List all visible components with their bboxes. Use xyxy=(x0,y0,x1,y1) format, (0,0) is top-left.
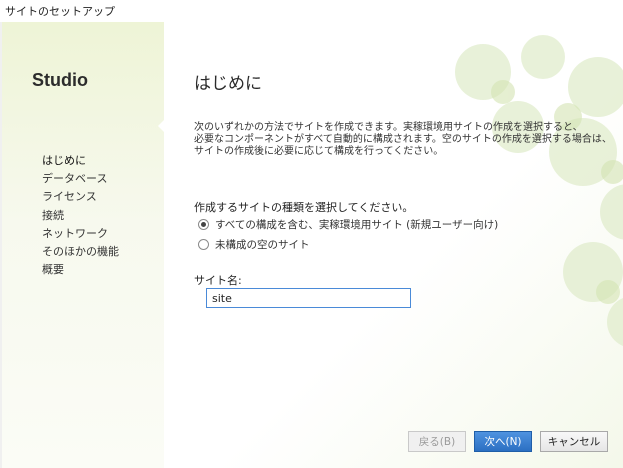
radio-option-production-site[interactable]: すべての構成を含む、実稼環境用サイト (新規ユーザー向け) xyxy=(198,217,498,232)
brand-label: Studio xyxy=(32,70,88,90)
wizard-steps: はじめに データベース ライセンス 接続 ネットワーク そのほかの機能 概要 xyxy=(42,152,119,279)
title-bar: サイトのセットアップ xyxy=(0,0,623,23)
step-connection[interactable]: 接続 xyxy=(42,207,119,225)
step-license[interactable]: ライセンス xyxy=(42,188,119,206)
decorative-background-shapes xyxy=(455,35,623,346)
radio-option-label[interactable]: すべての構成を含む、実稼環境用サイト (新規ユーザー向け) xyxy=(215,217,498,232)
site-name-input[interactable] xyxy=(206,288,411,308)
intro-line: 必要なコンポーネントがすべて自動的に構成されます。空のサイトの作成を選択する場合… xyxy=(194,134,612,145)
sidebar: Studio はじめに データベース ライセンス 接続 ネットワーク そのほかの… xyxy=(2,22,164,468)
window-title: サイトのセットアップ xyxy=(5,5,115,18)
site-type-label: 作成するサイトの種類を選択してください。 xyxy=(194,201,414,214)
intro-line: サイトの作成後に必要に応じて構成を行ってください。 xyxy=(194,146,444,157)
page-title: はじめに xyxy=(194,74,262,93)
radio-option-empty-site[interactable]: 未構成の空のサイト xyxy=(198,237,310,252)
site-name-label: サイト名: xyxy=(194,274,242,287)
active-step-pointer xyxy=(158,118,166,134)
main-panel: はじめに 次のいずれかの方法でサイトを作成できます。実稼環境用サイトの作成を選択… xyxy=(164,22,623,468)
cancel-button[interactable]: キャンセル xyxy=(540,431,608,452)
step-network[interactable]: ネットワーク xyxy=(42,225,119,243)
radio-button-checked[interactable] xyxy=(198,219,209,230)
next-button[interactable]: 次へ(N) xyxy=(474,431,532,452)
step-getting-started[interactable]: はじめに xyxy=(42,152,119,170)
radio-button[interactable] xyxy=(198,239,209,250)
intro-text: 次のいずれかの方法でサイトを作成できます。実稼環境用サイトの作成を選択すると、 … xyxy=(194,122,612,158)
back-button[interactable]: 戻る(B) xyxy=(408,431,466,452)
step-additional-features[interactable]: そのほかの機能 xyxy=(42,243,119,261)
step-database[interactable]: データベース xyxy=(42,170,119,188)
step-summary[interactable]: 概要 xyxy=(42,261,119,279)
radio-option-label[interactable]: 未構成の空のサイト xyxy=(215,237,310,252)
intro-line: 次のいずれかの方法でサイトを作成できます。実稼環境用サイトの作成を選択すると、 xyxy=(194,122,583,133)
